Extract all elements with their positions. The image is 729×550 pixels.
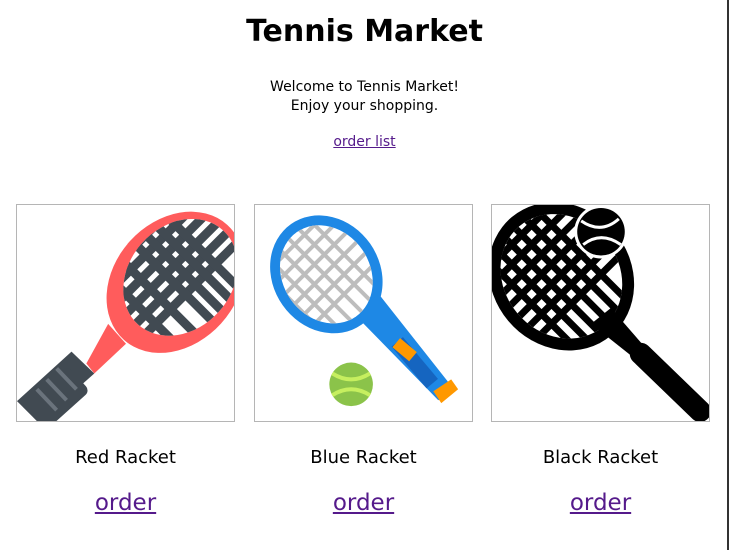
- order-button-black-racket[interactable]: order: [570, 490, 631, 516]
- product-name: Red Racket: [75, 447, 176, 468]
- page-title: Tennis Market: [246, 14, 483, 49]
- order-button-blue-racket[interactable]: order: [333, 490, 394, 516]
- order-row: order: [16, 490, 235, 516]
- order-row: order: [254, 490, 473, 516]
- order-list-link[interactable]: order list: [333, 134, 395, 150]
- blue-racket-icon: [261, 207, 459, 407]
- welcome-line-1: Welcome to Tennis Market!: [270, 79, 459, 95]
- product-name: Blue Racket: [310, 447, 417, 468]
- product-image-red-racket[interactable]: [16, 204, 235, 422]
- product-image-black-racket[interactable]: [491, 204, 710, 422]
- welcome-line-2: Enjoy your shopping.: [290, 98, 439, 114]
- order-button-red-racket[interactable]: order: [95, 490, 156, 516]
- product-name: Black Racket: [542, 447, 659, 468]
- product-image-blue-racket[interactable]: [254, 204, 473, 422]
- order-list-row: order list: [0, 134, 729, 150]
- welcome-message: Welcome to Tennis Market! Enjoy your sho…: [0, 78, 729, 116]
- black-racket-icon: [492, 205, 709, 421]
- order-row: order: [491, 490, 710, 516]
- red-racket-icon: [17, 205, 234, 421]
